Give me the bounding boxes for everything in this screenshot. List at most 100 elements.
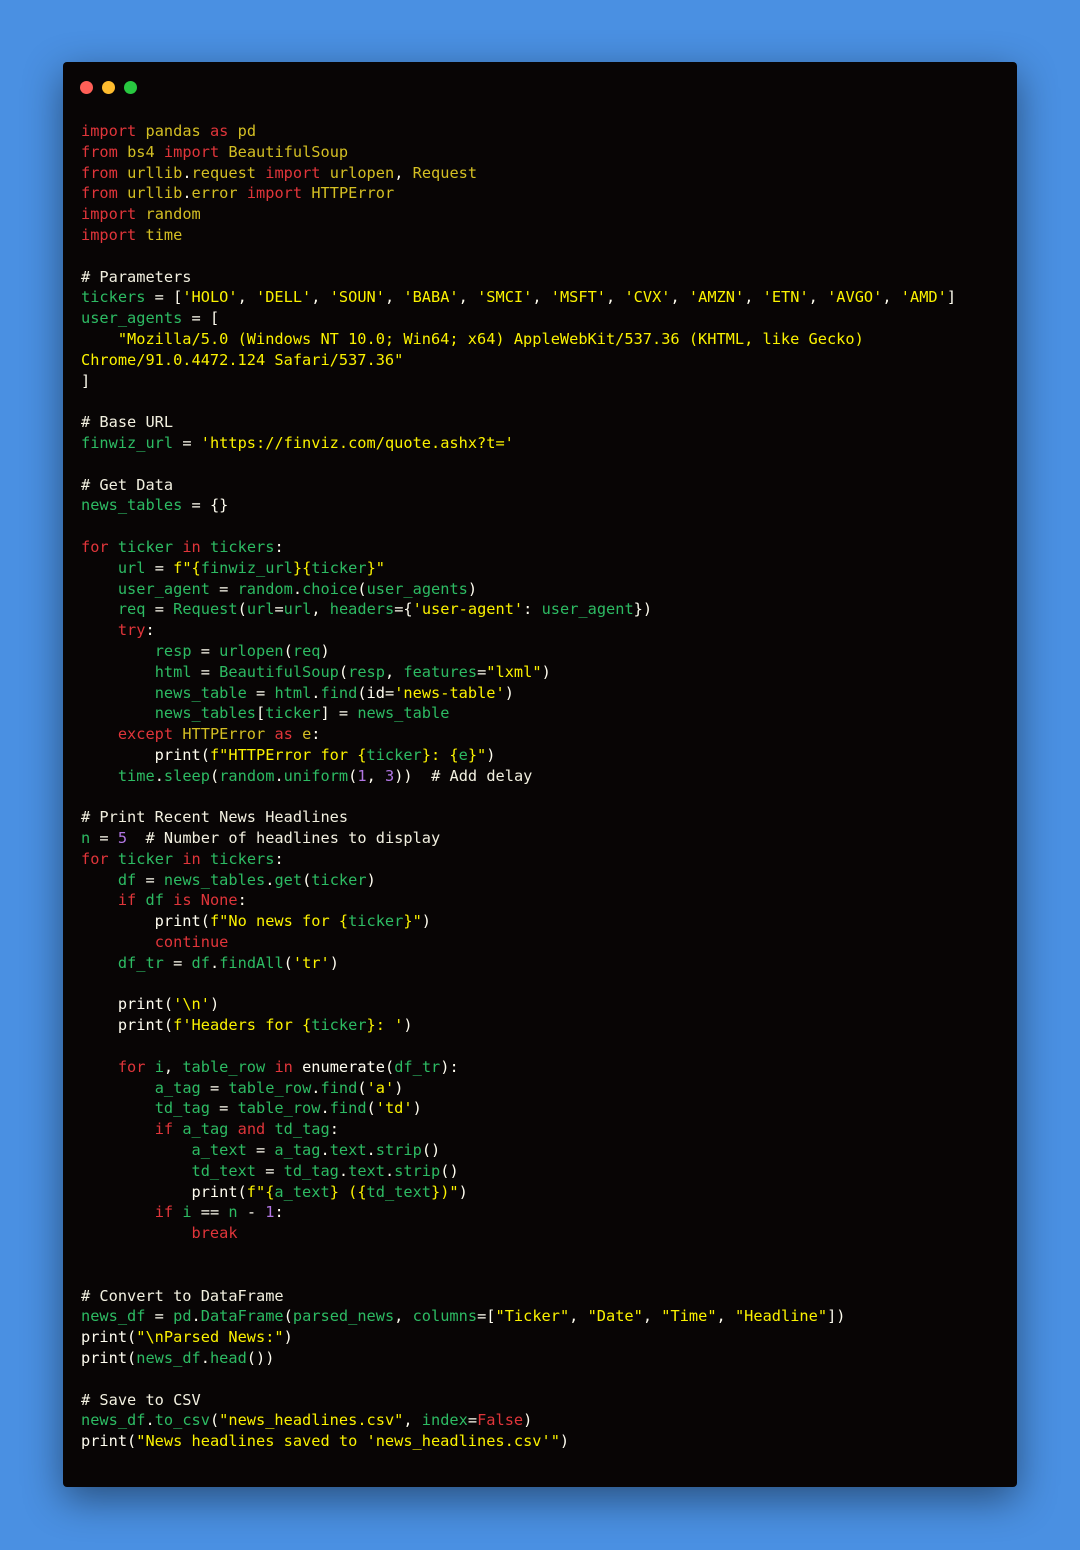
code-line: break xyxy=(81,1223,1006,1244)
code-line: print(f"HTTPError for {ticker}: {e}") xyxy=(81,745,1006,766)
code-token-variable: user_agent xyxy=(117,579,210,598)
code-token-module: BeautifulSoup xyxy=(228,142,349,161)
code-token-keyword: is xyxy=(173,891,192,910)
code-token-number: 1 xyxy=(357,766,367,785)
code-token-plain: = xyxy=(191,662,220,681)
code-token-variable: user_agent xyxy=(541,600,634,619)
code-token-plain: ) xyxy=(209,995,220,1014)
code-line: df = news_tables.get(ticker) xyxy=(81,870,1006,891)
code-token-plain: , xyxy=(384,662,404,681)
code-token-variable: n xyxy=(228,1203,238,1222)
code-token-string: f"{ xyxy=(173,558,201,577)
code-line: a_tag = table_row.find('a') xyxy=(81,1078,1006,1099)
code-token-string: "Time" xyxy=(661,1307,717,1326)
code-token-plain: ( xyxy=(366,1099,376,1118)
code-token-keyword: and xyxy=(237,1120,266,1139)
code-token-plain: = xyxy=(145,1307,174,1326)
minimize-button[interactable] xyxy=(102,81,115,94)
code-token-plain: , xyxy=(808,288,828,307)
code-token-variable: time xyxy=(117,766,155,785)
code-token-plain: print( xyxy=(81,1016,174,1035)
code-line: from urllib.request import urlopen, Requ… xyxy=(81,163,1006,184)
code-token-plain: ( xyxy=(237,600,247,619)
code-token-plain: = xyxy=(173,433,201,452)
maximize-button[interactable] xyxy=(124,81,137,94)
code-token-variable: findAll xyxy=(219,953,284,972)
close-button[interactable] xyxy=(80,81,93,94)
code-token-variable: td_tag xyxy=(283,1161,339,1180)
window-controls xyxy=(80,79,146,94)
code-token-plain: ] xyxy=(946,288,957,307)
code-editor[interactable]: import pandas as pd from bs4 import Beaut… xyxy=(81,121,1006,1452)
code-token-plain: . xyxy=(145,1411,155,1430)
code-line: news_df = pd.DataFrame(parsed_news, colu… xyxy=(81,1306,1006,1327)
code-line: a_text = a_tag.text.strip() xyxy=(81,1140,1006,1161)
code-token-plain: )) xyxy=(394,766,432,785)
code-token-keyword: import xyxy=(81,122,137,140)
code-token-variable: ticker xyxy=(117,849,174,868)
code-token-string: f"HTTPError for { xyxy=(209,745,367,764)
code-token-variable: random xyxy=(237,579,293,598)
code-token-plain: : xyxy=(311,725,321,744)
code-token-variable: html xyxy=(154,662,192,681)
code-token-keyword: except xyxy=(117,725,174,744)
code-token-variable: td_text xyxy=(191,1161,256,1180)
code-token-variable: find xyxy=(320,1078,358,1097)
code-token-plain: ) xyxy=(541,662,551,681)
code-token-variable: req xyxy=(292,641,321,660)
code-token-plain: ( xyxy=(209,766,220,785)
code-token-variable: i xyxy=(154,1057,164,1076)
code-line: print("News headlines saved to 'news_hea… xyxy=(81,1431,1006,1452)
code-token-string: "news_headlines.csv" xyxy=(219,1411,404,1430)
code-token-keyword: try xyxy=(117,621,146,640)
code-token-string: '\n' xyxy=(173,995,210,1014)
code-token-variable: BeautifulSoup xyxy=(219,662,339,681)
code-token-comment: # Convert to DataFrame xyxy=(81,1286,284,1305)
code-token-keyword: for xyxy=(81,537,109,556)
code-token-variable: df xyxy=(117,870,137,889)
code-line: df_tr = df.findAll('tr') xyxy=(81,953,1006,974)
code-token-string: f"{ xyxy=(246,1182,275,1201)
code-token-variable: to_csv xyxy=(154,1411,210,1430)
code-token-variable: resp xyxy=(154,641,192,660)
code-token-variable: news_tables xyxy=(154,704,256,723)
code-token-module: time xyxy=(145,225,183,244)
code-window: import pandas as pd from bs4 import Beaut… xyxy=(63,62,1017,1487)
code-token-plain: ={ xyxy=(394,600,413,619)
code-line: from bs4 import BeautifulSoup xyxy=(81,142,1006,163)
code-token-variable: df xyxy=(191,953,210,972)
code-token-module: pandas xyxy=(145,122,201,140)
code-token-plain: ): xyxy=(440,1057,459,1076)
code-token-plain: = xyxy=(145,600,174,619)
code-line: tickers = ['HOLO', 'DELL', 'SOUN', 'BABA… xyxy=(81,287,1006,308)
code-token-plain: = xyxy=(246,683,275,702)
code-token-plain: }) xyxy=(633,600,653,619)
code-line: print("\nParsed News:") xyxy=(81,1327,1006,1348)
code-line: # Base URL xyxy=(81,412,1006,433)
code-token-string: })" xyxy=(431,1182,459,1201)
code-token-module: bs4 xyxy=(127,142,155,161)
code-token-plain: = xyxy=(136,870,164,889)
code-token-module: request xyxy=(191,163,257,182)
code-token-plain: print( xyxy=(81,1328,137,1347)
code-token-keyword: for xyxy=(81,849,109,868)
code-token-plain: : xyxy=(274,849,284,868)
code-token-keyword: False xyxy=(477,1411,524,1430)
code-token-plain: : xyxy=(237,891,247,910)
code-token-variable: a_text xyxy=(191,1141,247,1160)
